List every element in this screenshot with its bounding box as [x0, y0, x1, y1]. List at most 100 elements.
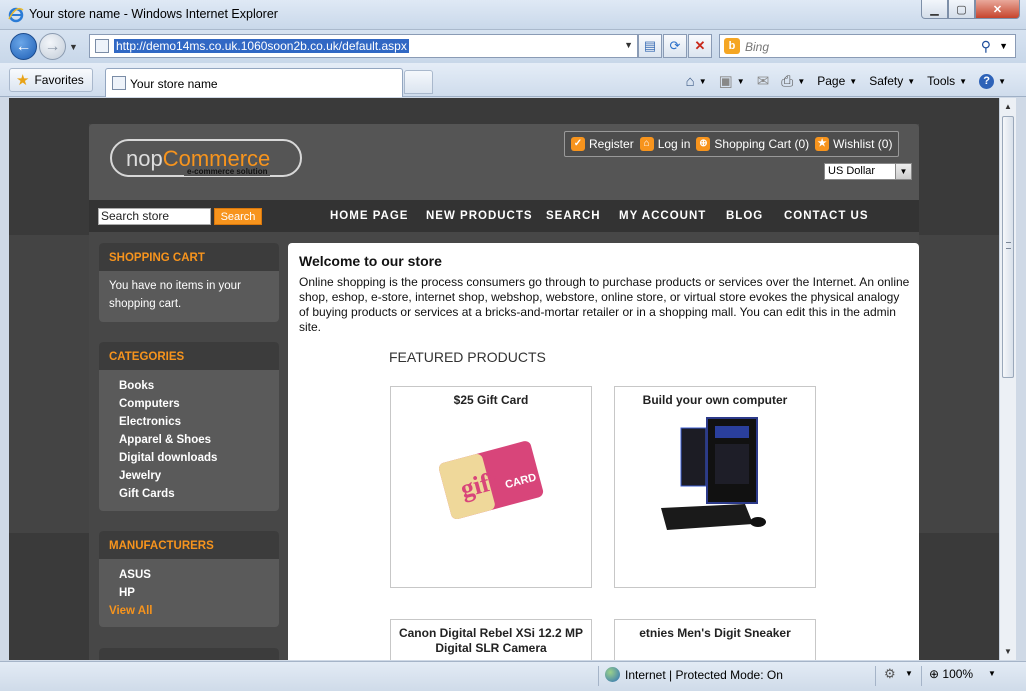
- category-computers[interactable]: Computers: [119, 395, 279, 413]
- title-bar: Your store name - Windows Internet Explo…: [0, 0, 1026, 30]
- category-digital-downloads[interactable]: Digital downloads: [119, 449, 279, 467]
- menu-home-page[interactable]: HOME PAGE: [330, 210, 408, 222]
- scroll-down-button[interactable]: ▼: [1000, 643, 1016, 660]
- manufacturer-asus[interactable]: ASUS: [119, 566, 279, 584]
- menu-search[interactable]: SEARCH: [546, 210, 601, 222]
- chevron-down-icon[interactable]: ▼: [699, 77, 707, 86]
- feeds-button[interactable]: ▣ ▼: [713, 72, 751, 90]
- home-icon: ⌂: [685, 72, 695, 90]
- register-link[interactable]: ✓ Register: [571, 137, 634, 151]
- product-card[interactable]: Build your own computer: [614, 386, 816, 588]
- manufacturer-hp[interactable]: HP: [119, 584, 279, 602]
- view-all-manufacturers-link[interactable]: View All: [99, 602, 279, 620]
- forward-button[interactable]: →: [39, 33, 66, 60]
- menu-new-products[interactable]: NEW PRODUCTS: [426, 210, 533, 222]
- manufacturers-box: MANUFACTURERS ASUS HP View All: [99, 531, 279, 627]
- tab-your-store[interactable]: Your store name: [105, 68, 403, 97]
- new-tab-button[interactable]: [404, 70, 433, 94]
- close-button[interactable]: ✕: [975, 0, 1020, 19]
- search-placeholder: Bing: [745, 40, 770, 54]
- chevron-down-icon: ▼: [907, 76, 916, 86]
- star-icon: ★: [16, 72, 30, 89]
- category-electronics[interactable]: Electronics: [119, 413, 279, 431]
- tools-menu-label: Tools: [927, 74, 956, 88]
- gift-card-image[interactable]: gift CARD: [391, 408, 591, 578]
- store-search-input[interactable]: Search store: [98, 208, 211, 225]
- security-zone-label: Internet | Protected Mode: On: [625, 667, 783, 682]
- product-card[interactable]: $25 Gift Card gift CARD: [390, 386, 592, 588]
- favorites-label: Favorites: [34, 73, 84, 87]
- tools-menu[interactable]: Tools ▼: [921, 72, 973, 90]
- help-button[interactable]: ? ▼: [973, 72, 1012, 90]
- maximize-button[interactable]: ▢: [948, 0, 975, 19]
- zoom-value: 100%: [942, 667, 974, 681]
- search-box[interactable]: b Bing ⚲ ▼: [719, 34, 1016, 58]
- product-name[interactable]: Canon Digital Rebel XSi 12.2 MP Digital …: [391, 626, 591, 656]
- recent-pages-dropdown[interactable]: ▼: [69, 42, 78, 52]
- wishlist-link[interactable]: ★ Wishlist (0): [815, 137, 892, 151]
- stop-icon: ✕: [694, 38, 706, 53]
- status-divider: [875, 666, 876, 686]
- category-gift-cards[interactable]: Gift Cards: [119, 485, 279, 503]
- refresh-button[interactable]: ⟳: [663, 34, 687, 58]
- page-icon: [95, 39, 109, 53]
- category-books[interactable]: Books: [119, 377, 279, 395]
- product-name[interactable]: $25 Gift Card: [391, 393, 591, 408]
- vertical-scrollbar[interactable]: ▲ ▼: [999, 98, 1016, 660]
- scroll-up-button[interactable]: ▲: [1000, 98, 1016, 115]
- address-dropdown[interactable]: ▼: [624, 40, 633, 50]
- compatibility-icon: ▤: [643, 38, 657, 53]
- chevron-down-icon[interactable]: ▼: [797, 77, 805, 86]
- protected-mode-icon[interactable]: ⚙: [884, 666, 896, 682]
- search-icon[interactable]: ⚲: [981, 38, 991, 55]
- product-name[interactable]: Build your own computer: [615, 393, 815, 408]
- back-button[interactable]: ←: [10, 33, 37, 60]
- rss-icon: ▣: [718, 73, 733, 90]
- command-bar: ⌂ ▼ ▣ ▼ ✉ ⎙ ▼ Page ▼ Safety ▼ Tools ▼ ? ▼: [680, 72, 1012, 91]
- security-zone[interactable]: Internet | Protected Mode: On: [605, 667, 783, 682]
- window-title: Your store name - Windows Internet Explo…: [29, 7, 278, 21]
- zoom-dropdown[interactable]: ▼: [988, 669, 996, 678]
- printer-icon: ⎙: [781, 72, 794, 90]
- chevron-down-icon[interactable]: ▼: [737, 77, 745, 86]
- address-url[interactable]: http://demo14ms.co.uk.1060soon2b.co.uk/d…: [114, 39, 409, 53]
- computer-image[interactable]: [615, 408, 815, 578]
- chevron-down-icon: ▼: [849, 76, 858, 86]
- menu-my-account[interactable]: MY ACCOUNT: [619, 210, 706, 222]
- compatibility-view-button[interactable]: ▤: [638, 34, 662, 58]
- page-menu[interactable]: Page ▼: [811, 72, 863, 90]
- category-jewelry[interactable]: Jewelry: [119, 467, 279, 485]
- menu-contact-us[interactable]: CONTACT US: [784, 210, 869, 222]
- login-link[interactable]: ⌂ Log in: [639, 137, 690, 151]
- chevron-down-icon[interactable]: ▼: [905, 669, 913, 678]
- product-card[interactable]: Canon Digital Rebel XSi 12.2 MP Digital …: [390, 619, 592, 660]
- product-name[interactable]: etnies Men's Digit Sneaker: [615, 626, 815, 641]
- home-button[interactable]: ⌂ ▼: [680, 72, 713, 90]
- categories-box: CATEGORIES Books Computers Electronics A…: [99, 342, 279, 511]
- address-bar[interactable]: http://demo14ms.co.uk.1060soon2b.co.uk/d…: [89, 34, 638, 58]
- cart-icon: ⊕: [696, 137, 711, 151]
- shopping-cart-link[interactable]: ⊕ Shopping Cart (0): [696, 137, 809, 151]
- search-dropdown[interactable]: ▼: [999, 41, 1008, 51]
- chevron-down-icon[interactable]: ▼: [895, 164, 911, 179]
- read-mail-button[interactable]: ✉: [751, 72, 776, 90]
- store-search-button[interactable]: Search: [214, 208, 262, 225]
- nopcommerce-logo[interactable]: nopCommerce e-commerce solution: [110, 139, 302, 177]
- favorites-button[interactable]: ★ Favorites: [9, 68, 93, 92]
- menu-blog[interactable]: BLOG: [726, 210, 763, 222]
- wishlist-label: Wishlist (0): [833, 137, 893, 151]
- mail-icon: ✉: [756, 73, 770, 90]
- store-header: nopCommerce e-commerce solution ✓ Registe…: [89, 124, 919, 200]
- header-links: ✓ Register ⌂ Log in ⊕ Shopping Cart (0) ★ Wi…: [564, 131, 900, 157]
- category-apparel-shoes[interactable]: Apparel & Shoes: [119, 431, 279, 449]
- stop-button[interactable]: ✕: [688, 34, 712, 58]
- product-card[interactable]: etnies Men's Digit Sneaker: [614, 619, 816, 660]
- minimize-button[interactable]: ▁: [921, 0, 948, 19]
- arrow-right-icon: →: [44, 37, 61, 55]
- zoom-icon: ⊕: [929, 667, 940, 681]
- scroll-thumb[interactable]: [1002, 116, 1014, 378]
- currency-select[interactable]: US Dollar ▼: [824, 163, 912, 180]
- safety-menu[interactable]: Safety ▼: [863, 72, 921, 90]
- zoom-level[interactable]: ⊕ 100%: [929, 667, 973, 681]
- print-button[interactable]: ⎙ ▼: [775, 72, 811, 90]
